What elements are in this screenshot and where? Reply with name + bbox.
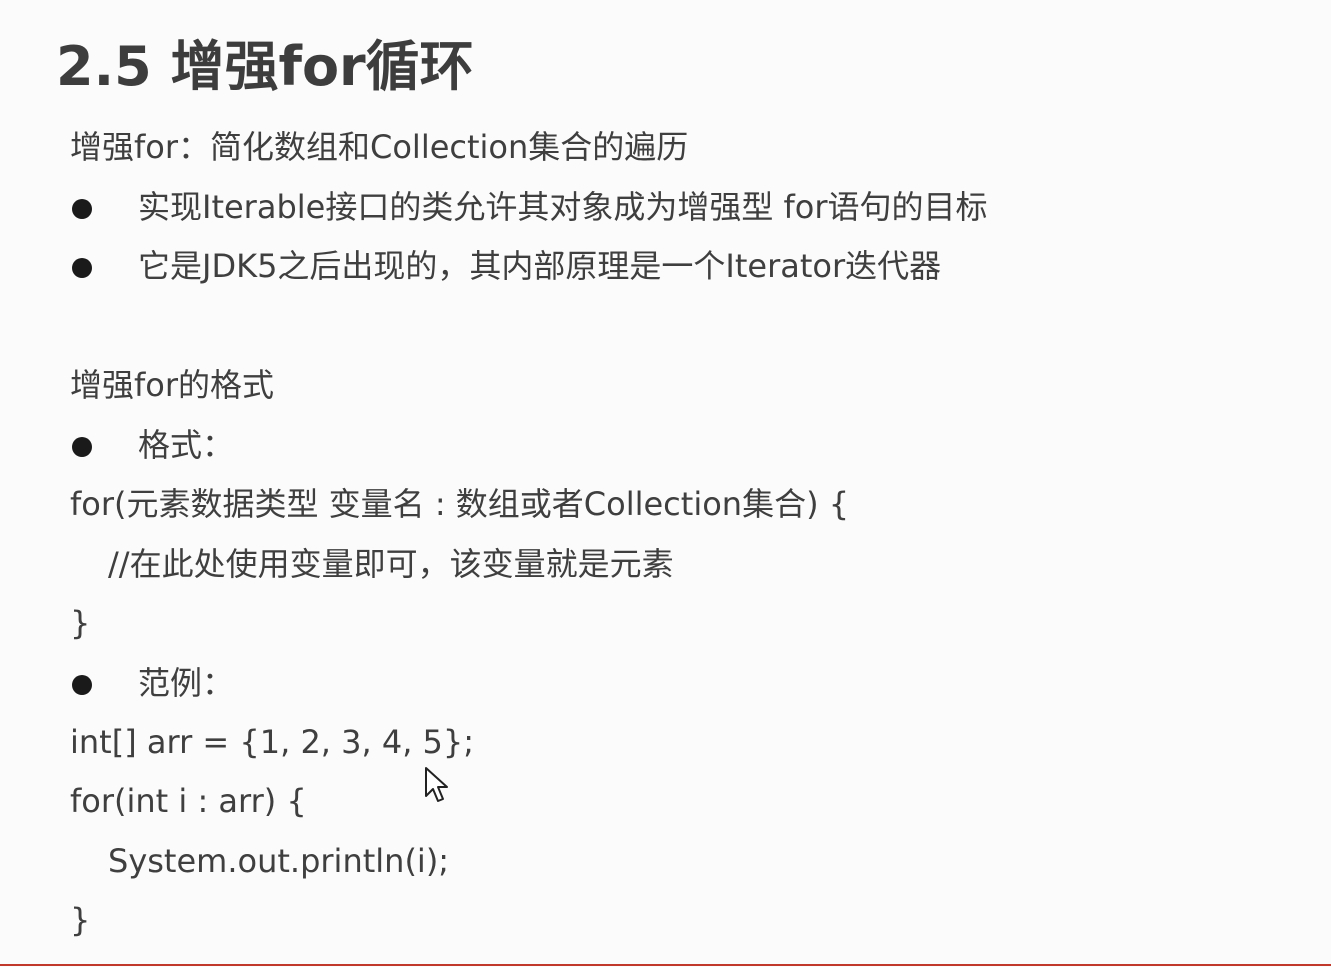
format-code-line-3: } <box>70 604 91 642</box>
bullet-dot-icon <box>72 199 92 219</box>
bullet-dot-icon <box>72 675 92 695</box>
example-code-line-3: System.out.println(i); <box>108 842 450 880</box>
example-code-line-1: int[] arr = {1, 2, 3, 4, 5}; <box>70 723 475 761</box>
mouse-cursor-icon <box>425 767 448 802</box>
intro-bullet-2-text: 它是JDK5之后出现的，其内部原理是一个Iterator迭代器 <box>138 247 942 285</box>
intro-bullet-1-text: 实现Iterable接口的类允许其对象成为增强型 for语句的目标 <box>138 188 988 226</box>
intro-text: 增强for：简化数组和Collection集合的遍历 <box>70 128 689 166</box>
format-bullet-text: 格式： <box>138 426 235 464</box>
example-code-line-4: } <box>70 901 91 939</box>
bullet-dot-icon <box>72 437 92 457</box>
format-code-line-1: for(元素数据类型 变量名 : 数组或者Collection集合) { <box>70 485 850 523</box>
example-code-line-2: for(int i : arr) { <box>70 782 307 820</box>
slide-title: 2.5 增强for循环 <box>56 35 474 98</box>
format-code-line-2: //在此处使用变量即可，该变量就是元素 <box>108 545 674 583</box>
slide: 2.5 增强for循环 增强for：简化数组和Collection集合的遍历 实… <box>0 0 1331 967</box>
bullet-dot-icon <box>72 258 92 278</box>
bottom-divider <box>0 964 1331 966</box>
example-bullet-text: 范例： <box>138 664 235 702</box>
format-heading: 增强for的格式 <box>70 366 275 404</box>
